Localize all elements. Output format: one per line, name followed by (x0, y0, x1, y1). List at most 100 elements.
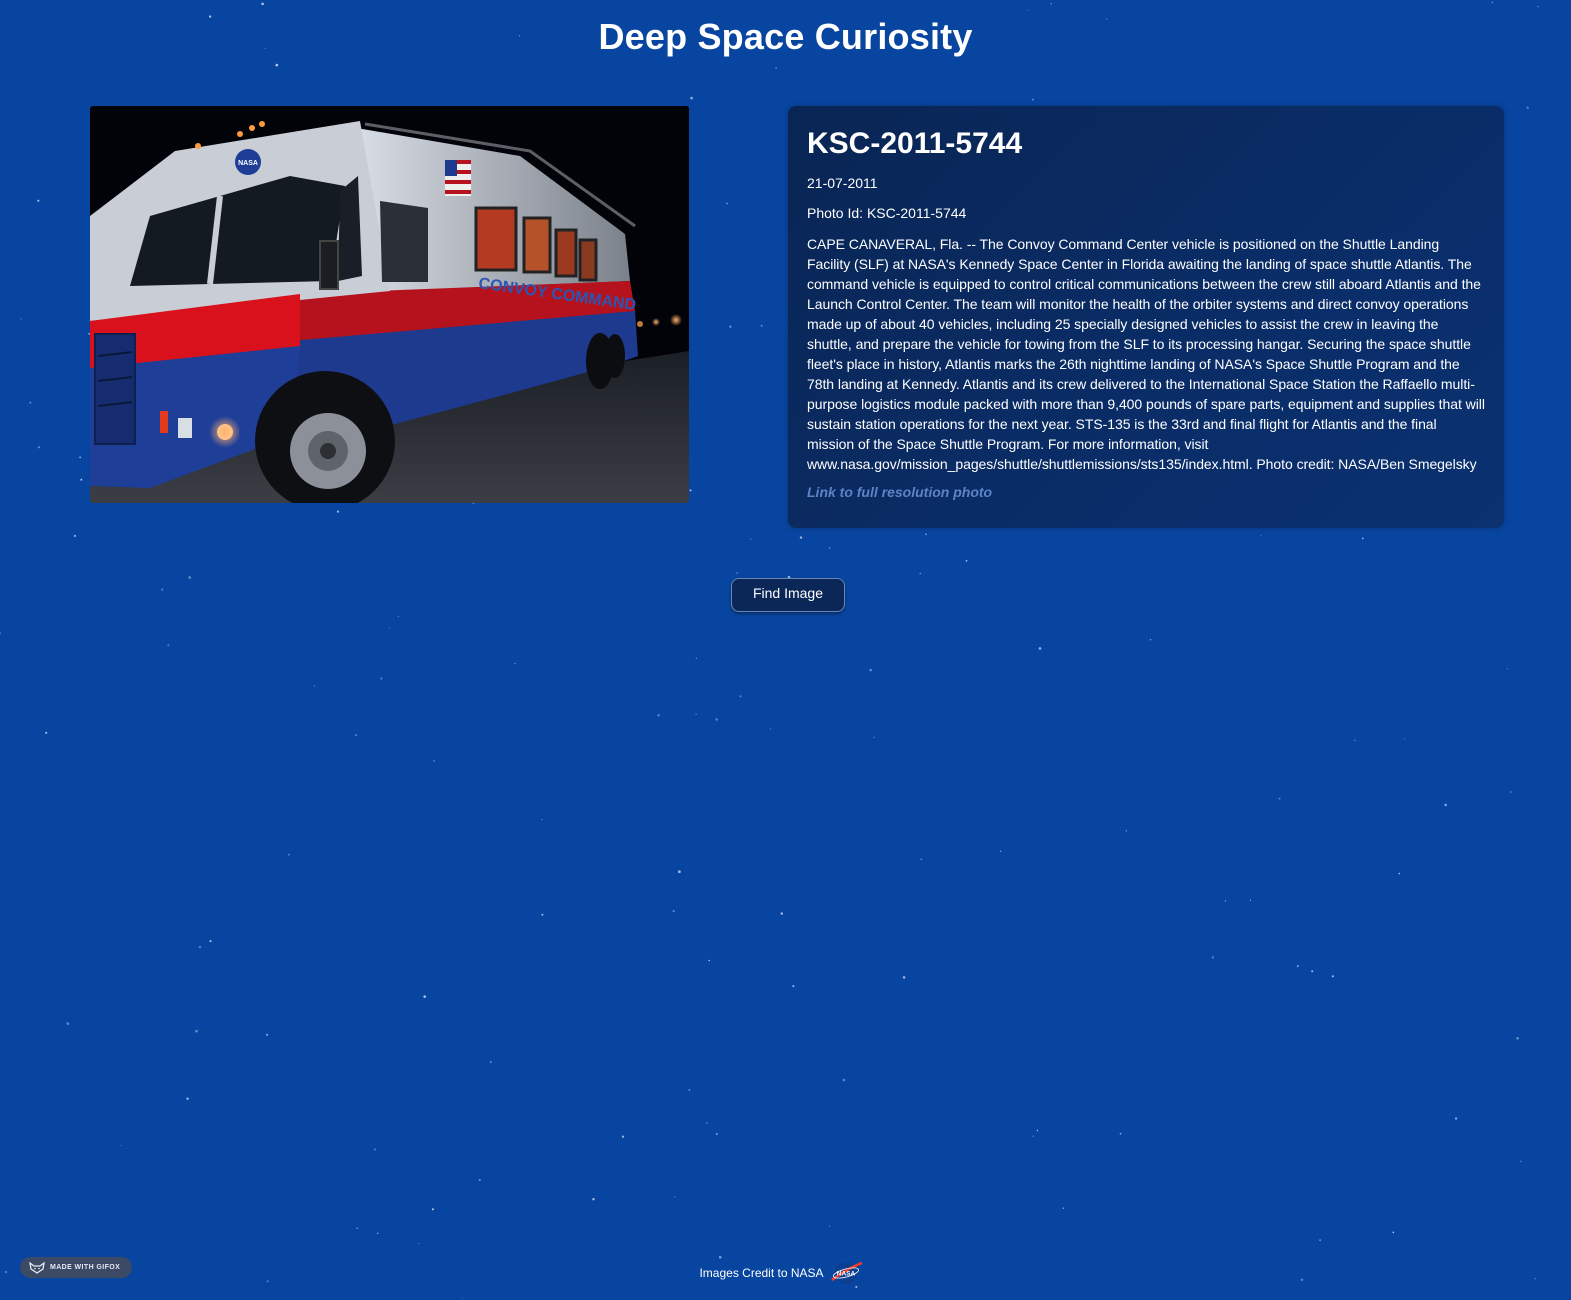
star (1125, 830, 1128, 832)
star (356, 1227, 359, 1230)
star (1516, 1036, 1519, 1040)
full-resolution-link[interactable]: Link to full resolution photo (807, 484, 992, 500)
star (1520, 1160, 1522, 1163)
star (869, 668, 872, 672)
star (621, 1135, 625, 1138)
photo-info-card: KSC-2011-5744 21-07-2011 Photo Id: KSC-2… (788, 106, 1504, 528)
star (1537, 6, 1539, 8)
star (29, 401, 32, 404)
star (842, 1078, 846, 1082)
star (541, 819, 543, 821)
star (678, 870, 681, 874)
truck-nasa-badge: NASA (238, 160, 258, 167)
star (1296, 965, 1299, 968)
star (275, 63, 279, 67)
star (705, 1122, 708, 1124)
star (780, 912, 784, 915)
star (695, 657, 697, 659)
photo-id-value: KSC-2011-5744 (866, 205, 967, 221)
star (186, 1097, 189, 1100)
star (750, 538, 752, 540)
star (541, 913, 544, 916)
star (462, 1297, 464, 1299)
star (672, 909, 675, 913)
star (167, 644, 170, 647)
star (1278, 797, 1281, 800)
star (79, 456, 81, 459)
find-image-button[interactable]: Find Image (731, 578, 845, 612)
star (1032, 1135, 1034, 1137)
star (198, 945, 202, 949)
star (657, 714, 660, 717)
star (715, 1132, 718, 1136)
star (1361, 537, 1364, 540)
star (920, 858, 923, 861)
star (726, 202, 728, 205)
star (739, 695, 742, 698)
nasa-photo: NASA CONVOY COMMAND (90, 106, 689, 503)
star (1526, 106, 1529, 110)
star (674, 1196, 676, 1198)
star (792, 985, 795, 988)
star (418, 1242, 420, 1244)
star (919, 572, 921, 575)
star (1149, 638, 1152, 641)
star (313, 685, 316, 687)
footer: Images Credit to NASA NASA (0, 1260, 1571, 1286)
star (188, 576, 192, 579)
star (688, 1089, 691, 1091)
star (873, 736, 875, 738)
star (161, 588, 164, 591)
star (1454, 1117, 1458, 1120)
star (37, 199, 40, 202)
star (377, 1232, 379, 1235)
star (66, 1022, 70, 1025)
star (1353, 739, 1356, 742)
star (261, 2, 264, 6)
star (373, 1148, 376, 1151)
photo-title: KSC-2011-5744 (807, 127, 1023, 160)
star (592, 1198, 595, 1201)
nasa-logo-icon: NASA (830, 1261, 862, 1284)
star (423, 995, 426, 998)
star (1331, 975, 1334, 978)
star (120, 1144, 122, 1146)
star (965, 559, 968, 562)
star (355, 734, 358, 737)
star (1062, 1207, 1065, 1209)
photo-id: Photo Id: KSC-2011-5744 (807, 204, 1485, 222)
star (729, 325, 732, 328)
star (760, 324, 763, 327)
star (925, 533, 927, 535)
star (829, 547, 831, 549)
star (695, 713, 697, 715)
star (1249, 899, 1252, 901)
star (1224, 900, 1227, 902)
star (1211, 956, 1214, 959)
star (1398, 872, 1401, 875)
star (489, 1061, 492, 1063)
star (1027, 9, 1029, 11)
star (715, 718, 719, 721)
star (73, 534, 77, 538)
star (388, 627, 391, 629)
star (209, 940, 212, 943)
star (1444, 803, 1447, 807)
star (1510, 791, 1512, 793)
star (380, 677, 383, 680)
footer-credit: Images Credit to NASA (699, 1266, 824, 1280)
star (37, 446, 40, 449)
star (799, 536, 803, 539)
star (855, 1285, 858, 1288)
star (266, 1033, 269, 1036)
photo-id-label: Photo Id: (807, 205, 864, 221)
star (20, 318, 22, 320)
star (1031, 98, 1034, 101)
star (0, 632, 2, 635)
star (80, 478, 83, 481)
star (431, 1208, 434, 1211)
star (1038, 647, 1042, 650)
star (1392, 1231, 1395, 1234)
star (433, 760, 435, 762)
star (689, 489, 692, 492)
